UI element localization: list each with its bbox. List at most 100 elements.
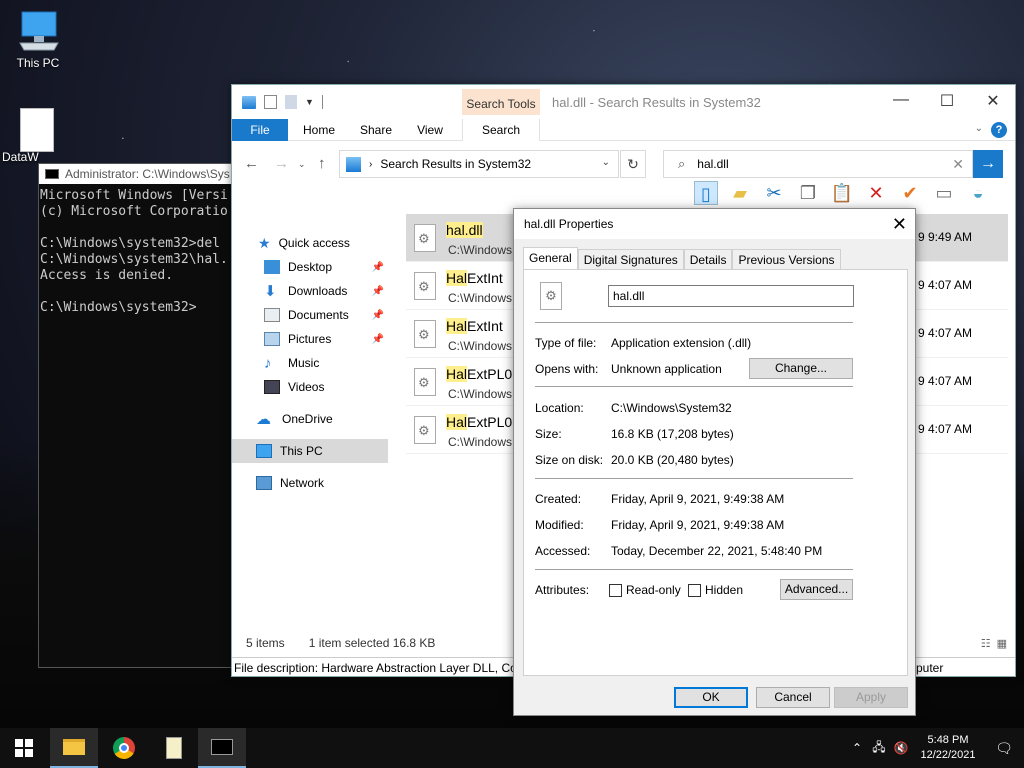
sidebar-item-onedrive[interactable]: ☁ OneDrive bbox=[232, 407, 388, 431]
network-icon[interactable]: 🖧 bbox=[868, 738, 890, 759]
copy-icon[interactable]: ❐ bbox=[796, 181, 820, 205]
back-arrow-icon[interactable]: ← bbox=[244, 155, 259, 172]
sidebar-item-quick-access[interactable]: ★ Quick access bbox=[232, 231, 388, 255]
start-button[interactable] bbox=[0, 728, 48, 768]
tab-details[interactable]: Details bbox=[683, 249, 733, 270]
sidebar-item-this-pc[interactable]: This PC bbox=[232, 439, 388, 463]
console-icon bbox=[45, 169, 59, 179]
taskbar-notepad[interactable] bbox=[150, 728, 198, 768]
minimize-button[interactable]: — bbox=[878, 91, 924, 113]
item-count: 5 items bbox=[246, 636, 285, 650]
notification-icon[interactable]: 🗨 bbox=[984, 740, 1024, 757]
navigation-pane: ★ Quick access Desktop 📌 ⬇ Downloads 📌 D… bbox=[232, 221, 388, 621]
search-input[interactable]: ⌕ hal.dll ✕ bbox=[663, 150, 973, 178]
sidebar-item-music[interactable]: ♪ Music bbox=[232, 351, 388, 375]
windows-logo-icon bbox=[15, 739, 33, 757]
checkbox-box[interactable] bbox=[688, 583, 701, 597]
forward-arrow-icon[interactable]: → bbox=[274, 155, 289, 172]
taskbar-chrome[interactable] bbox=[100, 728, 148, 768]
chevron-up-icon[interactable]: ⌃ bbox=[846, 741, 868, 755]
sidebar-item-network[interactable]: Network bbox=[232, 471, 388, 495]
created-label: Created: bbox=[535, 492, 582, 506]
hidden-checkbox[interactable]: Hidden bbox=[688, 583, 743, 597]
location-label: Location: bbox=[535, 401, 584, 415]
sidebar-item-videos[interactable]: Videos bbox=[232, 375, 388, 399]
file-date: 9 4:07 AM bbox=[918, 422, 973, 436]
large-icons-view-icon[interactable]: ▦ bbox=[997, 637, 1007, 650]
advanced-button[interactable]: Advanced... bbox=[780, 579, 853, 600]
new-folder-icon[interactable] bbox=[285, 95, 297, 109]
details-view-icon[interactable]: ☷ bbox=[981, 637, 991, 650]
close-icon[interactable]: ✕ bbox=[892, 214, 907, 235]
chevron-down-icon[interactable]: ⌄ bbox=[975, 123, 983, 134]
shell-icon[interactable]: ◒ bbox=[966, 181, 990, 205]
sidebar-item-label: Pictures bbox=[288, 332, 332, 346]
address-bar[interactable]: › Search Results in System32 ⌄ bbox=[339, 150, 619, 178]
view-toggle: ☷ ▦ bbox=[981, 637, 1007, 650]
properties-titlebar[interactable]: hal.dll Properties ✕ bbox=[514, 209, 915, 239]
tab-share[interactable]: Share bbox=[352, 119, 400, 141]
recent-chevron-icon[interactable]: ⌄ bbox=[298, 159, 306, 170]
volume-muted-icon[interactable]: 🔇 bbox=[890, 741, 912, 755]
console-output[interactable]: Microsoft Windows [Versi (c) Microsoft C… bbox=[39, 184, 237, 320]
sidebar-item-label: Music bbox=[288, 356, 320, 370]
readonly-checkbox[interactable]: Read-only bbox=[609, 583, 681, 597]
delete-icon[interactable]: ✕ bbox=[864, 181, 888, 205]
divider bbox=[535, 569, 853, 570]
taskbar-command-prompt[interactable] bbox=[198, 728, 246, 768]
apply-button[interactable]: Apply bbox=[834, 687, 908, 708]
checkmark-icon[interactable]: ✔ bbox=[898, 181, 922, 205]
refresh-button[interactable]: ↻ bbox=[620, 150, 646, 178]
console-window[interactable]: Administrator: C:\Windows\Sys Microsoft … bbox=[38, 163, 238, 668]
properties-dialog[interactable]: hal.dll Properties ✕ General Digital Sig… bbox=[513, 208, 916, 716]
size-on-disk-label: Size on disk: bbox=[535, 453, 604, 467]
file-name-rest: ExtPL0 bbox=[467, 366, 513, 382]
search-go-button[interactable]: → bbox=[973, 150, 1003, 178]
tab-search[interactable]: Search bbox=[462, 119, 540, 141]
cloud-icon: ☁ bbox=[256, 411, 271, 428]
tab-previous-versions[interactable]: Previous Versions bbox=[732, 249, 841, 270]
change-button[interactable]: Change... bbox=[749, 358, 853, 379]
pin-icon[interactable]: 📌 bbox=[372, 286, 384, 297]
pin-icon[interactable]: 📌 bbox=[372, 310, 384, 321]
maximize-button[interactable]: ☐ bbox=[924, 91, 970, 113]
console-titlebar[interactable]: Administrator: C:\Windows\Sys bbox=[39, 164, 237, 184]
new-folder-icon[interactable]: ▰ bbox=[728, 181, 752, 205]
sidebar-item-downloads[interactable]: ⬇ Downloads 📌 bbox=[232, 279, 388, 303]
rename-icon[interactable]: ▭ bbox=[932, 181, 956, 205]
up-arrow-icon[interactable]: ↑ bbox=[318, 155, 326, 172]
paste-icon[interactable]: 📋 bbox=[830, 181, 854, 205]
clock[interactable]: 5:48 PM 12/22/2021 bbox=[912, 733, 984, 763]
clear-search-icon[interactable]: ✕ bbox=[952, 156, 964, 173]
filename-field[interactable]: hal.dll bbox=[608, 285, 854, 307]
close-button[interactable]: ✕ bbox=[970, 91, 1016, 113]
sidebar-item-desktop[interactable]: Desktop 📌 bbox=[232, 255, 388, 279]
tab-home[interactable]: Home bbox=[294, 119, 344, 141]
cut-icon[interactable]: ✂ bbox=[762, 181, 786, 205]
customize-qat-icon[interactable]: ▼ bbox=[305, 97, 314, 107]
pin-icon[interactable]: 📌 bbox=[372, 334, 384, 345]
tab-digital-signatures[interactable]: Digital Signatures bbox=[577, 249, 684, 270]
pin-icon[interactable]: 📌 bbox=[372, 262, 384, 273]
tab-general[interactable]: General bbox=[523, 247, 578, 270]
sidebar-item-documents[interactable]: Documents 📌 bbox=[232, 303, 388, 327]
explorer-titlebar[interactable]: ▼ Search Tools hal.dll - Search Results … bbox=[232, 85, 1015, 119]
desktop-icon-this-pc[interactable]: This PC bbox=[2, 10, 74, 70]
console-icon bbox=[211, 739, 233, 755]
tab-view[interactable]: View bbox=[408, 119, 452, 141]
layout-pane-icon[interactable]: ▯ bbox=[694, 181, 718, 205]
checkbox-label: Hidden bbox=[705, 583, 744, 597]
file-path: C:\Windows bbox=[448, 387, 513, 401]
dll-file-icon: ⚙ bbox=[540, 282, 562, 310]
desktop-icon-dataw[interactable]: DataW bbox=[0, 108, 54, 164]
tab-file[interactable]: File bbox=[232, 119, 288, 141]
sidebar-item-pictures[interactable]: Pictures 📌 bbox=[232, 327, 388, 351]
taskbar-file-explorer[interactable] bbox=[50, 728, 98, 768]
ok-button[interactable]: OK bbox=[674, 687, 748, 708]
file-date: 9 4:07 AM bbox=[918, 326, 973, 340]
checkbox-box[interactable] bbox=[609, 583, 622, 597]
cancel-button[interactable]: Cancel bbox=[756, 687, 830, 708]
address-dropdown-icon[interactable]: ⌄ bbox=[602, 157, 610, 168]
help-icon[interactable]: ? bbox=[991, 122, 1007, 138]
properties-icon[interactable] bbox=[264, 95, 277, 109]
